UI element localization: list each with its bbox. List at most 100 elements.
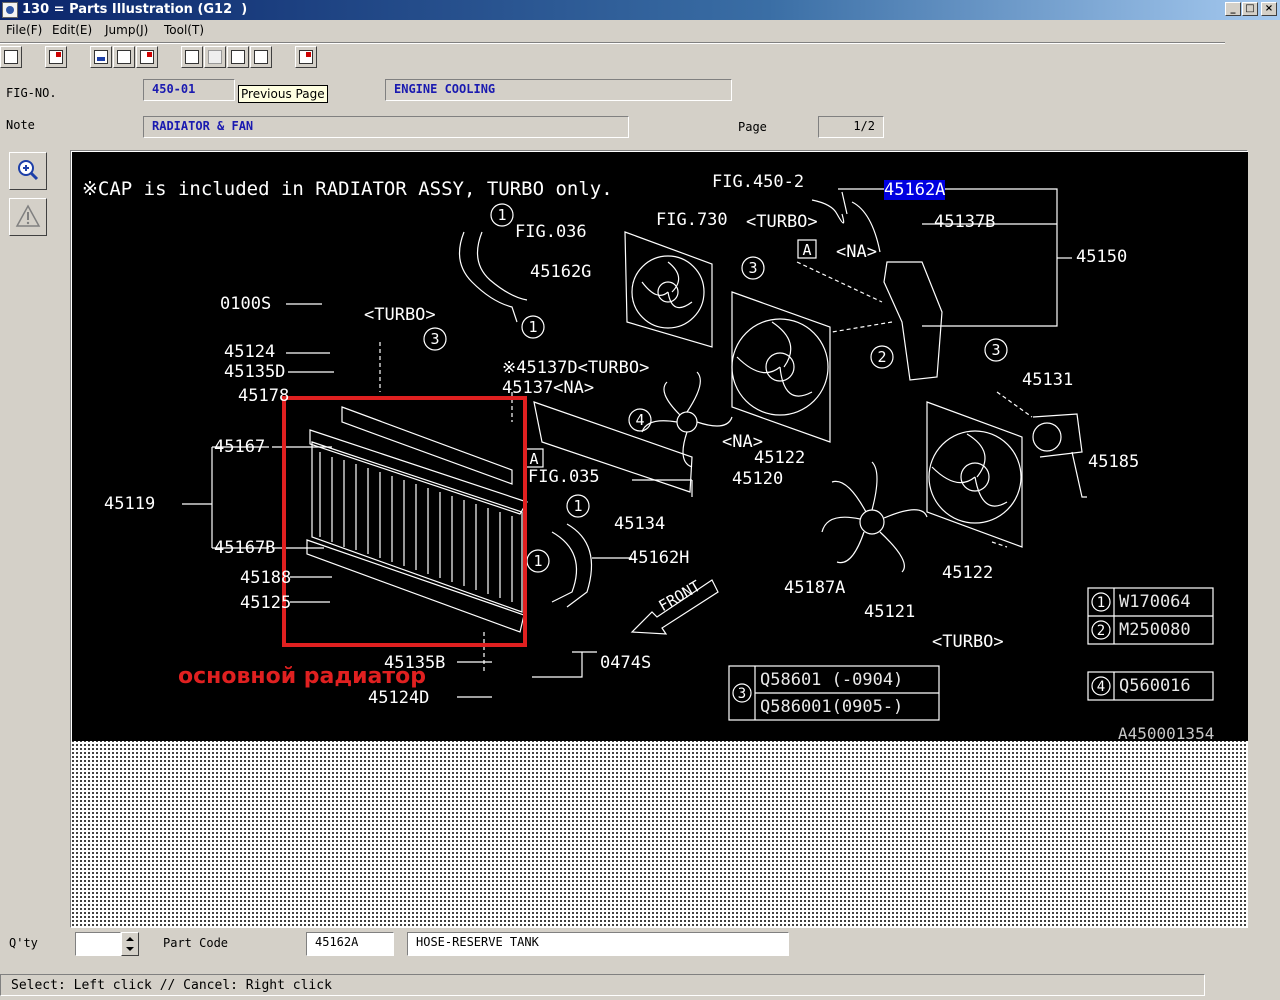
label-na-1: <NA> — [836, 242, 877, 262]
svg-text:4: 4 — [1097, 679, 1105, 695]
label-45121[interactable]: 45121 — [864, 602, 915, 622]
part-code-field: 45162A — [306, 932, 394, 956]
part-code-label: Part Code — [163, 936, 229, 950]
label-fig-450-2[interactable]: FIG.450-2 — [712, 172, 804, 192]
zoom-button[interactable] — [9, 152, 47, 190]
label-45135d[interactable]: 45135D — [224, 362, 285, 382]
qty-stepper[interactable] — [121, 932, 139, 956]
legend-code-3a: Q58601 (-0904) — [760, 670, 904, 690]
warning-button[interactable] — [9, 198, 47, 236]
label-45162g[interactable]: 45162G — [530, 262, 591, 282]
next-page-button[interactable] — [250, 46, 272, 68]
label-45162h[interactable]: 45162H — [628, 548, 689, 568]
svg-text:3: 3 — [430, 330, 439, 348]
label-45162a[interactable]: 45162A — [884, 180, 946, 200]
parts-diagram[interactable]: 1 1 3 4 1 1 3 2 3 A A 1 2 3 4 ※CAP is include… — [72, 152, 1248, 743]
part-name-field: HOSE-RESERVE TANK — [407, 932, 789, 956]
info-button[interactable] — [136, 46, 158, 68]
app-icon — [2, 2, 18, 18]
search-button[interactable] — [295, 46, 317, 68]
minimize-button[interactable]: _ — [1225, 2, 1241, 16]
copy-button[interactable] — [113, 46, 135, 68]
previous-page-button[interactable] — [227, 46, 249, 68]
legend-code-1: W170064 — [1119, 592, 1191, 612]
label-fig-035[interactable]: FIG.035 — [528, 467, 600, 487]
label-45125[interactable]: 45125 — [240, 593, 291, 613]
illustration-canvas[interactable]: 1 1 3 4 1 1 3 2 3 A A 1 2 3 4 ※CAP is include… — [70, 150, 1248, 928]
label-45188[interactable]: 45188 — [240, 568, 291, 588]
next-fig-button[interactable] — [204, 46, 226, 68]
label-0474s[interactable]: 0474S — [600, 653, 651, 673]
label-45119[interactable]: 45119 — [104, 494, 155, 514]
svg-text:A: A — [529, 450, 538, 468]
svg-text:1: 1 — [533, 552, 542, 570]
label-45137b[interactable]: 45137B — [934, 212, 995, 232]
svg-text:1: 1 — [573, 497, 582, 515]
label-45167b[interactable]: 45167B — [214, 538, 275, 558]
previous-fig-button[interactable] — [181, 46, 203, 68]
label-45137d[interactable]: ※45137D<TURBO> — [502, 358, 649, 378]
svg-text:4: 4 — [635, 411, 644, 429]
annotation-main-radiator: основной радиатор — [178, 664, 427, 689]
label-45120[interactable]: 45120 — [732, 469, 783, 489]
print-button[interactable] — [0, 46, 22, 68]
info-icon — [140, 50, 154, 64]
label-45134[interactable]: 45134 — [614, 514, 665, 534]
exit-button[interactable] — [45, 46, 67, 68]
label-0100s[interactable]: 0100S — [220, 294, 271, 314]
stepper-up-icon[interactable] — [126, 937, 134, 941]
label-45185[interactable]: 45185 — [1088, 452, 1139, 472]
close-button[interactable]: × — [1261, 2, 1277, 16]
svg-text:3: 3 — [738, 686, 746, 702]
zoom-icon — [18, 160, 39, 181]
svg-text:1: 1 — [1097, 595, 1105, 611]
label-turbo-3: <TURBO> — [932, 632, 1004, 652]
label-45137[interactable]: 45137<NA> — [502, 378, 594, 398]
fig-prev-icon — [185, 50, 199, 64]
page-next-icon — [254, 50, 268, 64]
fig-next-icon — [208, 50, 222, 64]
qty-input[interactable] — [75, 932, 121, 956]
window-title: 130 = Parts Illustration (G12 ) — [22, 2, 248, 17]
label-45122-top[interactable]: 45122 — [754, 448, 805, 468]
search-icon — [299, 50, 313, 64]
section-field: ENGINE COOLING — [385, 79, 732, 101]
menu-file[interactable]: File(F) — [6, 23, 42, 37]
svg-text:2: 2 — [877, 348, 886, 366]
menu-tool[interactable]: Tool(T) — [164, 23, 204, 37]
label-45187a[interactable]: 45187A — [784, 578, 845, 598]
maximize-button[interactable]: □ — [1242, 2, 1258, 16]
menu-jump[interactable]: Jump(J) — [105, 23, 148, 37]
qty-label: Q'ty — [9, 936, 38, 950]
list-icon — [94, 50, 108, 64]
svg-text:1: 1 — [497, 206, 506, 224]
label-45178[interactable]: 45178 — [238, 386, 289, 406]
svg-text:3: 3 — [748, 259, 757, 277]
label-45167[interactable]: 45167 — [214, 437, 265, 457]
illustration-id: A450001354 — [1118, 724, 1215, 743]
toolbar-separator — [0, 42, 1225, 44]
title-bar: 130 = Parts Illustration (G12 ) _ □ × — [0, 0, 1280, 20]
svg-text:A: A — [802, 241, 811, 259]
menu-edit[interactable]: Edit(E) — [52, 23, 92, 37]
note-field: RADIATOR & FAN — [143, 116, 629, 138]
legend-code-3b: Q586001(0905-) — [760, 697, 904, 717]
label-turbo-2: <TURBO> — [364, 305, 436, 325]
printer-icon — [4, 50, 18, 64]
page-prev-icon — [231, 50, 245, 64]
label-45150[interactable]: 45150 — [1076, 247, 1127, 267]
status-bar: Select: Left click // Cancel: Right clic… — [0, 974, 1205, 996]
legend-code-2: M250080 — [1119, 620, 1191, 640]
label-turbo-1: <TURBO> — [746, 212, 818, 232]
label-45122-bottom[interactable]: 45122 — [942, 563, 993, 583]
stepper-down-icon[interactable] — [126, 947, 134, 951]
label-45124[interactable]: 45124 — [224, 342, 275, 362]
svg-text:1: 1 — [528, 318, 537, 336]
label-fig-730[interactable]: FIG.730 — [656, 210, 728, 230]
label-45124d[interactable]: 45124D — [368, 688, 429, 708]
page-label: Page — [738, 120, 767, 134]
label-fig-036[interactable]: FIG.036 — [515, 222, 587, 242]
parts-list-button[interactable] — [90, 46, 112, 68]
warning-icon — [15, 204, 41, 227]
label-45131[interactable]: 45131 — [1022, 370, 1073, 390]
